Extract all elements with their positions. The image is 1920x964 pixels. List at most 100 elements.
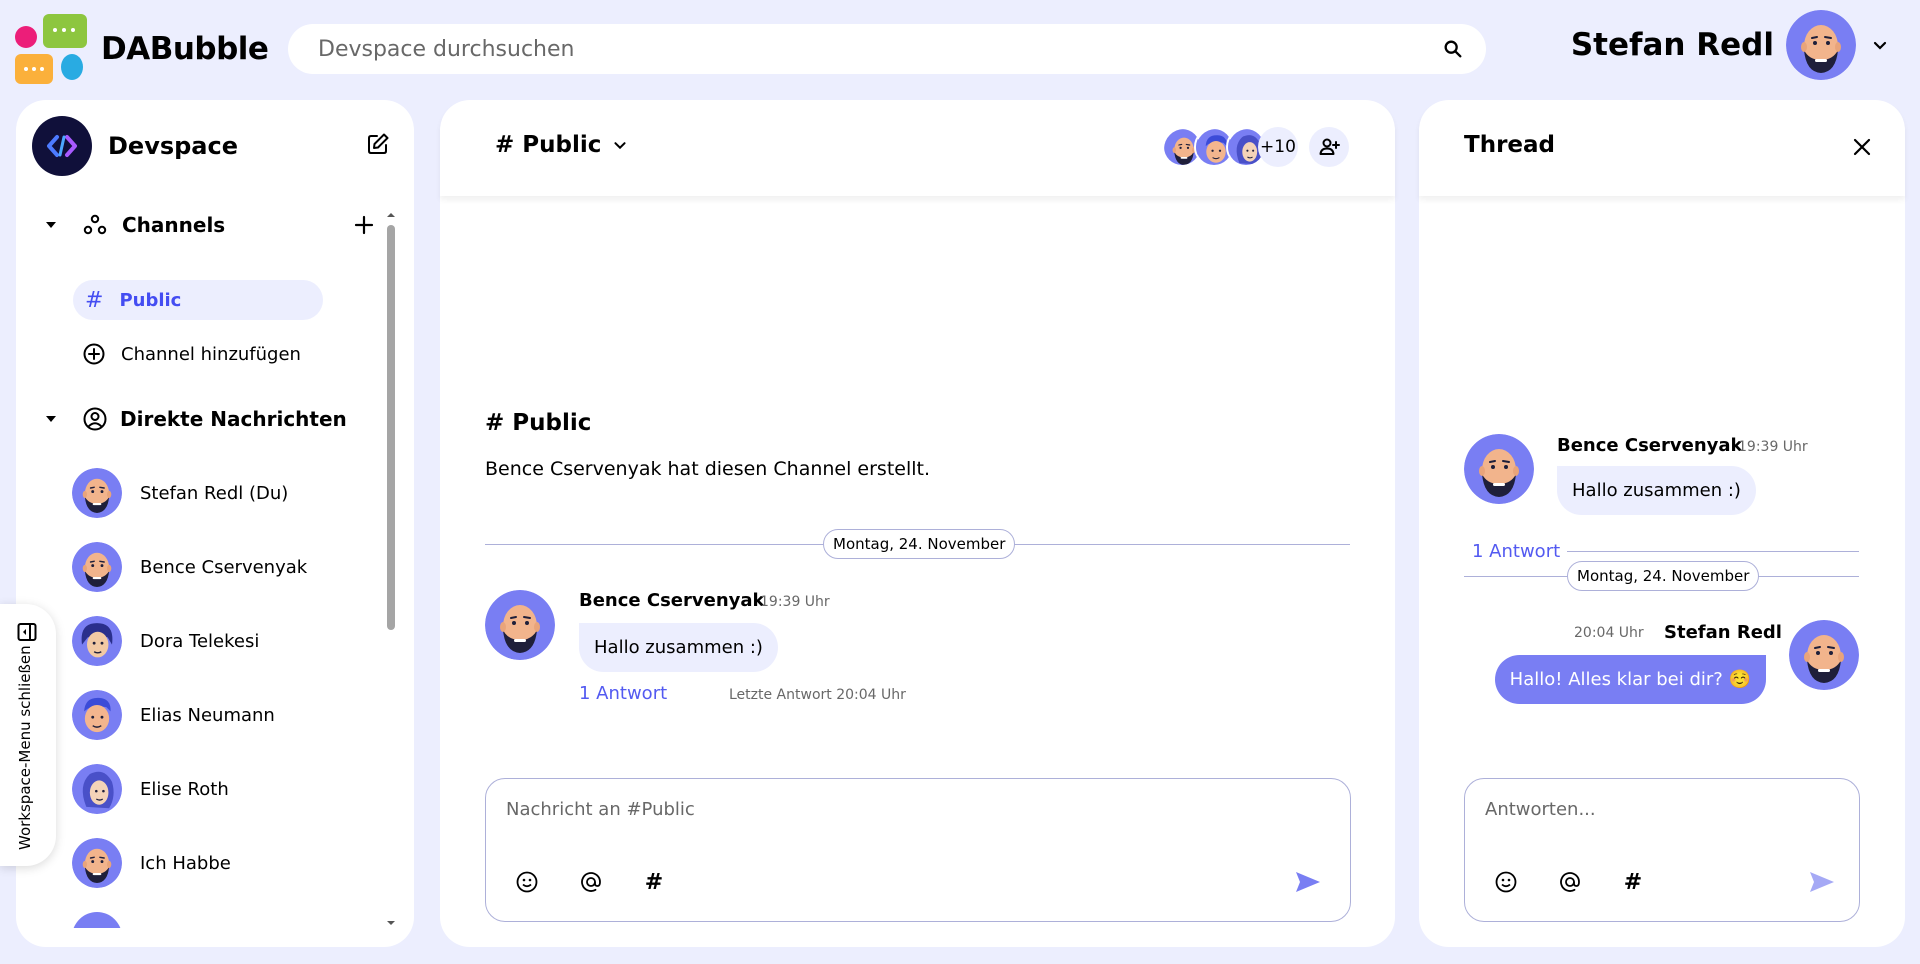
chevron-down-icon[interactable] [1868,33,1892,57]
caret-down-icon[interactable] [44,218,58,232]
add-channel-button[interactable]: Channel hinzufügen [82,342,301,366]
channels-section-header[interactable]: Channels [44,212,225,238]
dm-item-dora-telekesi[interactable]: Dora Telekesi [72,616,259,666]
dm-item-elias-neumann[interactable]: Elias Neumann [72,690,275,740]
dm-name: Stefan Redl (Du) [140,482,289,504]
dm-name: Bence Cservenyak [140,556,308,578]
avatar [72,542,122,592]
dm-item-partial[interactable] [72,912,122,928]
channel-intro-title: # Public [485,410,592,436]
workspace-menu-toggle-label: Workspace-Menu schließen [16,645,34,850]
reply-divider [1567,551,1859,552]
thread-original-time: 19:39 Uhr [1738,439,1808,455]
edit-icon[interactable] [366,132,390,156]
scrollbar-thumb[interactable] [387,225,395,630]
search-icon[interactable] [1442,38,1464,60]
account-circle-icon [83,407,107,431]
workspace-title: Devspace [108,132,239,160]
plus-circle-icon [83,343,105,365]
channel-intro-text: Bence Cservenyak hat diesen Channel erst… [485,458,931,480]
dm-item-stefan-redl[interactable]: Stefan Redl (Du) [72,468,288,518]
thread-reply-bubble: Hallo! Alles klar bei dir? ☺️ [1494,655,1766,704]
add-channel-label[interactable]: Channel hinzufügen [121,344,301,365]
hashtag-icon[interactable]: # [1616,865,1650,899]
thread-panel: Thread Bence Cservenyak 19:39 Uhr Hallo … [1419,100,1905,947]
emoji-icon[interactable] [1489,865,1523,899]
mention-icon[interactable] [1553,865,1587,899]
replies-link[interactable]: 1 Antwort [579,683,667,704]
channel-item-label: Public [119,289,182,311]
workspace-header: Devspace [32,116,238,176]
hash-icon: # [85,287,104,313]
thread-title: Thread [1464,132,1555,158]
workspace-sidebar: Devspace Channels # Public Channel hinzu… [16,100,414,947]
message-bubble: Hallo zusammen :) [579,623,778,672]
dm-name: Dora Telekesi [140,630,260,652]
dm-item-ich-habbe[interactable]: Ich Habbe [72,838,231,888]
date-label: Montag, 24. November [823,529,1016,559]
thread-original-bubble: Hallo zusammen :) [1557,466,1756,515]
dm-item-bence-cservenyak[interactable]: Bence Cservenyak [72,542,307,592]
dm-title[interactable]: Direkte Nachrichten [120,407,347,431]
send-icon[interactable] [1291,865,1325,899]
app-logo: DABubble [15,14,269,84]
search-bar[interactable] [288,24,1486,74]
user-menu[interactable]: Stefan Redl [1571,10,1892,80]
scroll-down-arrow[interactable] [385,918,397,928]
avatar [72,764,122,814]
channel-panel: # Public +10 # Public Bence Cservenyak h… [440,100,1395,947]
caret-down-icon[interactable] [44,412,58,426]
app-name: DABubble [101,31,269,67]
logo-icon [15,14,87,84]
reply-composer[interactable]: # [1464,778,1860,922]
thread-reply-author[interactable]: Stefan Redl [1664,622,1782,643]
scroll-up-arrow[interactable] [385,210,397,220]
member-count-badge[interactable]: +10 [1258,127,1298,167]
close-icon[interactable] [1849,134,1875,160]
dm-name: Elise Roth [140,778,229,800]
channel-title-button[interactable]: # Public [495,132,631,158]
hashtag-icon[interactable]: # [637,865,671,899]
mention-icon[interactable] [574,865,608,899]
channel-title[interactable]: # Public [495,132,601,158]
emoji-icon[interactable] [510,865,544,899]
thread-original-author[interactable]: Bence Cservenyak [1557,435,1743,456]
avatar [72,690,122,740]
add-channel-plus-icon[interactable] [354,215,374,235]
reply-input[interactable] [1485,799,1801,820]
send-icon[interactable] [1805,865,1839,899]
member-list-button[interactable]: +10 [1162,127,1298,167]
thread-header: Thread [1419,100,1905,196]
dm-item-elise-roth[interactable]: Elise Roth [72,764,229,814]
dm-name: Ich Habbe [140,852,231,874]
message-avatar[interactable] [485,590,555,660]
chevron-down-icon[interactable] [609,134,631,156]
last-reply-info: Letzte Antwort 20:04 Uhr [729,687,906,703]
thread-reply-avatar[interactable] [1789,620,1859,690]
workspace-logo [32,116,92,176]
channel-header: # Public +10 [440,100,1395,196]
message-author[interactable]: Bence Cservenyak [579,590,765,611]
user-avatar[interactable] [1786,10,1856,80]
user-name[interactable]: Stefan Redl [1571,27,1774,63]
message-time: 19:39 Uhr [760,594,830,610]
channels-title[interactable]: Channels [122,213,225,237]
avatar [72,468,122,518]
dm-name: Elias Neumann [140,704,275,726]
collapse-menu-icon [17,623,37,641]
workspace-menu-toggle[interactable]: Workspace-Menu schließen [0,604,56,866]
add-member-button[interactable] [1309,127,1349,167]
thread-original-avatar[interactable] [1464,434,1534,504]
thread-reply-time: 20:04 Uhr [1574,625,1644,641]
channels-icon [83,214,107,235]
thread-reply-count: 1 Antwort [1472,541,1561,562]
dm-section-header[interactable]: Direkte Nachrichten [44,406,347,432]
avatar [72,616,122,666]
add-person-icon [1319,138,1340,155]
date-label: Montag, 24. November [1567,561,1760,591]
message-composer[interactable]: # [485,778,1351,922]
message-input[interactable] [506,799,1198,820]
search-input[interactable] [318,36,1442,62]
channel-item-public[interactable]: # Public [73,280,323,320]
avatar [72,838,122,888]
